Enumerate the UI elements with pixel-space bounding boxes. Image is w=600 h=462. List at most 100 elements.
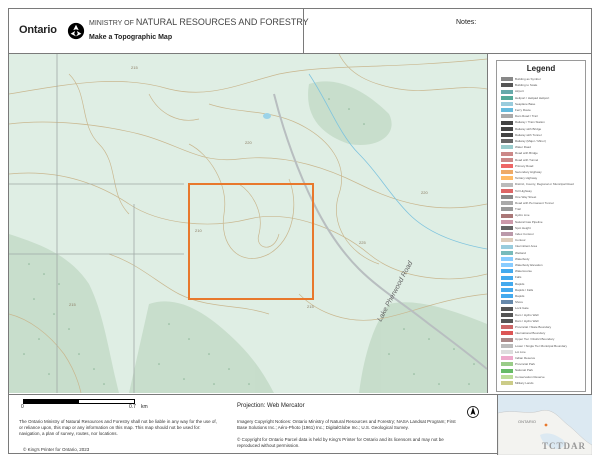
legend-swatch: [501, 108, 513, 113]
legend-item: Road with Tunnel: [501, 158, 538, 164]
contour-label: 210: [195, 228, 202, 233]
legend-swatch: [501, 381, 513, 385]
legend-item: Wetland: [501, 251, 526, 257]
legend-item-label: Waterbody Elevation: [515, 263, 543, 267]
legend-swatch: [501, 331, 513, 336]
legend-item-label: District, County, Regional or Municipal …: [515, 182, 574, 187]
legend-swatch: [501, 356, 513, 361]
legend-item: Hydro Line: [501, 213, 530, 219]
legend-swatch: [501, 170, 513, 175]
legend-item: Lot Line: [501, 350, 526, 356]
legend-item-label: Rapids: [515, 294, 525, 298]
legend-item-label: Dam Road / Trail: [515, 114, 538, 119]
ontario-logo: Ontario: [15, 19, 85, 43]
legend-item-label: Road with Tunnel: [515, 157, 539, 162]
notes-box[interactable]: Notes:: [303, 9, 592, 53]
legend-swatch: [501, 207, 513, 212]
legend-item-label: Waterbody: [515, 256, 530, 261]
legend-item: National Park: [501, 368, 533, 374]
legend-item: Ferry Route: [501, 108, 531, 114]
legend-item: Seaplane Base: [501, 102, 535, 108]
legend-item: Lower / Single Tier Municipal Boundary: [501, 344, 567, 350]
legend-swatch: [501, 102, 513, 106]
legend-swatch: [501, 219, 513, 224]
contour-label: 220: [421, 190, 428, 195]
legend-item: Road with Bridge: [501, 151, 538, 157]
legend-swatch: [501, 213, 513, 218]
legend-item-label: Upper Tier / District Boundary: [515, 337, 555, 342]
legend-swatch: [501, 77, 513, 82]
legend-swatch: [501, 294, 513, 299]
legend-item: One Way Street: [501, 195, 536, 201]
scale-unit: km: [141, 404, 148, 410]
legend-swatch: [501, 151, 513, 156]
legend-item-label: Falls: [515, 275, 522, 280]
doc-title: Make a Topographic Map: [89, 34, 173, 41]
contour-label: 225: [359, 240, 366, 245]
topographic-map[interactable]: 215 220 210 225 215 220 215 Lake Pherwoo…: [9, 54, 487, 393]
legend-swatch: [501, 269, 513, 274]
legend-panel: Legend Building as Symbol Building to Sca…: [488, 54, 591, 393]
legend-item: International Boundary: [501, 331, 545, 337]
legend-item-label: Airport: [515, 89, 524, 94]
inset-label: ONTARIO: [518, 419, 536, 424]
legend-item-label: Dam / Hydro Wall: [515, 318, 539, 323]
legend-item: Building to Scale: [501, 83, 537, 89]
legend-item-label: Index Contour: [515, 232, 534, 236]
legend-item: Railway (Major / Minor): [501, 139, 546, 145]
legend-swatch: [501, 275, 513, 280]
legend-swatch: [501, 325, 513, 330]
legend-item: Contour: [501, 238, 526, 244]
legend-item: Rapids: [501, 282, 524, 288]
legend-swatch: [501, 226, 513, 230]
legend-item-label: Military Lands: [515, 380, 534, 385]
legend-item: Index Contour: [501, 232, 534, 238]
legend-item-label: Seaplane Base: [515, 101, 536, 106]
disclaimer-text: The Ontario Ministry of Natural Resource…: [19, 419, 217, 436]
legend-item-label: One Way Street: [515, 194, 537, 199]
legend-item: District, County, Regional or Municipal …: [501, 182, 574, 188]
legend-swatch: [501, 244, 513, 249]
legend-item: Secondary Highway: [501, 170, 542, 176]
legend-item: Airport: [501, 89, 524, 95]
legend-item: Provincial / State Boundary: [501, 325, 551, 331]
legend-item: Intermittent Area: [501, 244, 537, 250]
legend-item: Dam / Hydro Wall: [501, 319, 538, 325]
legend-swatch: [501, 126, 513, 131]
legend-swatch: [501, 232, 513, 237]
legend-item-label: Watercourse: [515, 269, 532, 274]
legend-box: Legend Building as Symbol Building to Sca…: [496, 60, 586, 392]
legend-swatch: [501, 195, 513, 199]
legend-item: Tertiary Highway: [501, 176, 537, 182]
legend-item: Indian Reserve: [501, 356, 535, 362]
legend-item-label: Spot Height: [515, 225, 531, 230]
legend-item: Building as Symbol: [501, 77, 541, 83]
legend-swatch: [501, 120, 513, 125]
legend-swatch: [501, 157, 513, 162]
legend-item-label: Wetland: [515, 250, 526, 255]
legend-item-label: Hydro Line: [515, 213, 530, 218]
legend-swatch: [501, 350, 513, 354]
legend-swatch: [501, 182, 513, 187]
legend-item-label: Shore: [515, 300, 524, 305]
legend-swatch: [501, 238, 513, 243]
legend-item: Railway / Train Station: [501, 120, 545, 126]
legend-swatch: [501, 95, 513, 100]
scale-bar: 0 0.7 km: [21, 399, 148, 413]
legend-item-label: Building to Scale: [515, 83, 538, 88]
legend-item: Military Lands: [501, 381, 534, 387]
legend-swatch: [501, 343, 513, 348]
small-lake: [263, 113, 271, 119]
legend-swatch: [501, 250, 513, 255]
legend-swatch: [501, 319, 513, 323]
legend-swatch: [501, 374, 513, 379]
contour-label: 215: [307, 304, 314, 309]
legend-item: Waterbody Elevation: [501, 263, 543, 269]
map-canvas[interactable]: 215 220 210 225 215 220 215 Lake Pherwoo…: [9, 54, 488, 393]
legend-item: Dam Road / Trail: [501, 114, 538, 120]
notes-label: Notes:: [456, 19, 477, 26]
legend-item: Watercourse: [501, 269, 532, 275]
legend-item-label: Contour: [515, 238, 526, 243]
legend-item: Shore: [501, 300, 523, 306]
legend-swatch: [501, 300, 513, 305]
